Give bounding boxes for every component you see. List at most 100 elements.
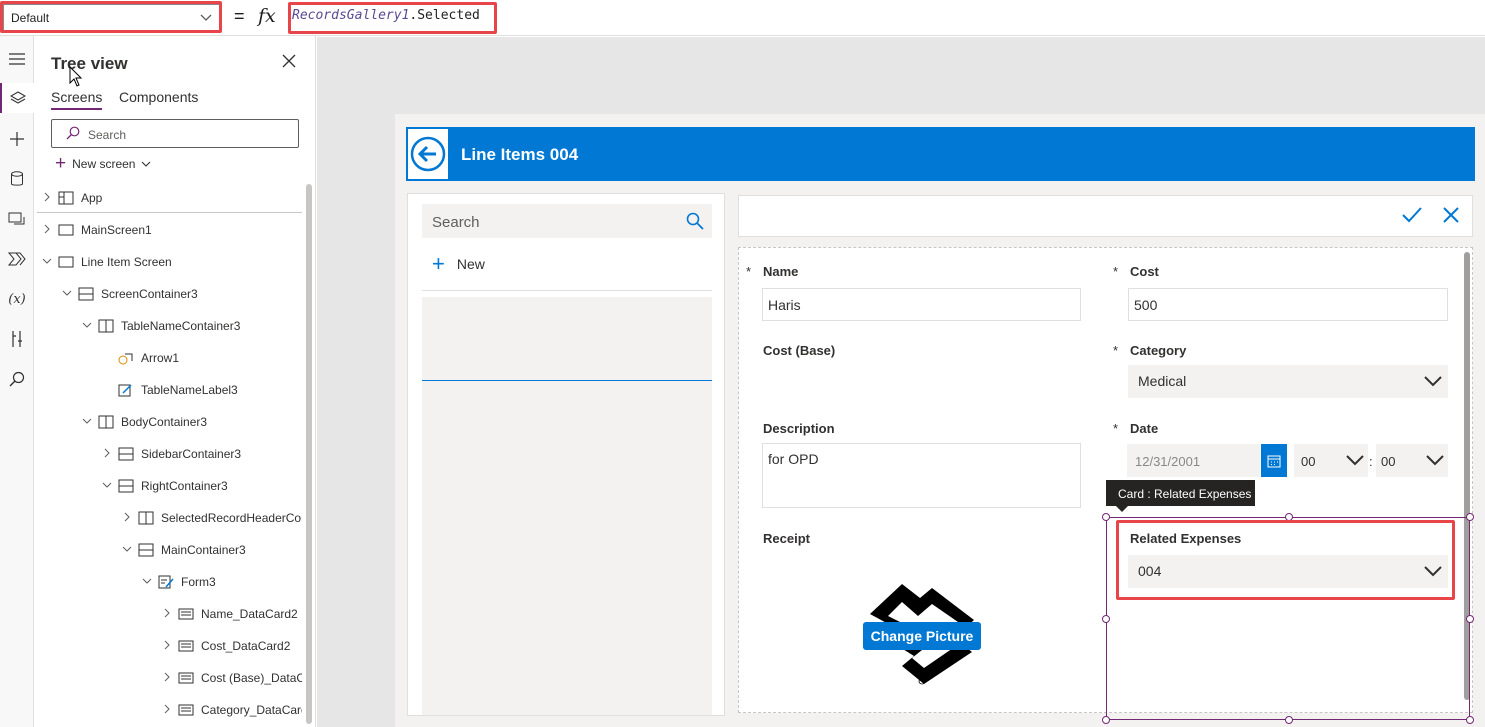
chevron-right-icon[interactable] <box>42 192 52 202</box>
resize-handle[interactable] <box>1285 716 1293 724</box>
chevron-right-icon[interactable] <box>162 672 172 682</box>
formula-bar: Default = fx RecordsGallery1.Selected <box>0 0 1485 36</box>
chevron-down-icon[interactable] <box>122 544 132 554</box>
resize-handle[interactable] <box>1102 615 1110 623</box>
horizontal-container-icon <box>138 511 154 525</box>
power-automate-icon[interactable] <box>0 244 34 274</box>
tree-item-app[interactable]: App <box>34 186 302 210</box>
vertical-container-icon <box>78 287 94 301</box>
chevron-down-icon[interactable] <box>42 256 52 266</box>
back-arrow-icon <box>410 136 446 172</box>
category-label: * Category <box>1113 343 1187 358</box>
selected-record-header <box>738 195 1473 237</box>
tree-item-mainscreen[interactable]: MainScreen1 <box>34 218 302 242</box>
tree-item-main-container[interactable]: MainContainer3 <box>34 538 302 562</box>
chevron-right-icon[interactable] <box>162 640 172 650</box>
screen-icon <box>58 256 74 268</box>
tree-item-body-container[interactable]: BodyContainer3 <box>34 410 302 434</box>
back-button[interactable] <box>408 129 448 179</box>
change-picture-button[interactable]: Change Picture <box>863 622 981 650</box>
tree-search-input[interactable]: Search <box>51 119 299 148</box>
resize-handle[interactable] <box>1466 615 1474 623</box>
label-edit-icon <box>118 384 132 397</box>
chevron-down-icon[interactable] <box>102 480 112 490</box>
chevron-down-icon <box>142 161 151 167</box>
tree-item-category-datacard[interactable]: Category_DataCard <box>34 698 302 722</box>
tree-item-cost-datacard[interactable]: Cost_DataCard2 <box>34 634 302 658</box>
advanced-tools-icon[interactable] <box>0 324 34 354</box>
hamburger-menu-icon[interactable] <box>0 44 34 74</box>
chevron-right-icon[interactable] <box>122 512 132 522</box>
tree-item-cost-base-datacard[interactable]: Cost (Base)_DataCa <box>34 666 302 690</box>
chevron-down-icon[interactable] <box>62 288 72 298</box>
media-icon[interactable] <box>0 204 34 234</box>
chevron-down-icon[interactable] <box>82 416 92 426</box>
tree-item-right-container[interactable]: RightContainer3 <box>34 474 302 498</box>
hour-value: 00 <box>1301 454 1316 469</box>
property-highlight-box <box>0 1 222 33</box>
formula-highlight-box <box>288 2 497 34</box>
chevron-right-icon[interactable] <box>42 224 52 234</box>
name-label: * Name <box>746 264 798 279</box>
plus-icon: + <box>432 251 445 276</box>
tree-item-label: Cost_DataCard2 <box>201 639 291 653</box>
resize-handle[interactable] <box>1466 513 1474 521</box>
resize-handle[interactable] <box>1466 716 1474 724</box>
chevron-down-icon[interactable] <box>82 320 92 330</box>
tab-components[interactable]: Components <box>119 89 198 105</box>
cost-input[interactable]: 500 <box>1128 288 1448 321</box>
new-record-label: New <box>456 256 485 272</box>
chevron-down-icon[interactable] <box>142 576 152 586</box>
tree-item-form[interactable]: Form3 <box>34 570 302 594</box>
tree-item-selected-record-header[interactable]: SelectedRecordHeaderCon <box>34 506 302 530</box>
tree-item-line-item-screen[interactable]: Line Item Screen <box>34 250 302 274</box>
tree-item-sidebar-container[interactable]: SidebarContainer3 <box>34 442 302 466</box>
close-icon[interactable] <box>282 54 296 68</box>
insert-plus-icon[interactable] <box>0 124 34 154</box>
tree-scrollbar[interactable] <box>306 184 312 724</box>
records-gallery[interactable] <box>422 297 712 715</box>
name-input[interactable]: Haris <box>762 288 1081 321</box>
tree-item-arrow[interactable]: Arrow1 <box>34 346 302 370</box>
tree-divider <box>37 212 302 213</box>
tree-item-label: Arrow1 <box>141 351 180 365</box>
new-record-button[interactable]: + New <box>432 251 485 276</box>
category-label-text: Category <box>1130 343 1187 358</box>
gallery-search-input[interactable]: Search <box>422 204 712 238</box>
database-icon[interactable] <box>0 164 34 194</box>
tree-item-tablename-container[interactable]: TableNameContainer3 <box>34 314 302 338</box>
card-icon <box>178 640 194 652</box>
check-icon[interactable] <box>1401 205 1423 225</box>
tree-view-title: Tree view <box>51 54 128 73</box>
sidebar-divider <box>422 290 712 291</box>
tree-item-name-datacard[interactable]: Name_DataCard2 <box>34 602 302 626</box>
calendar-button[interactable] <box>1261 444 1287 477</box>
tree-item-tablename-label[interactable]: TableNameLabel3 <box>34 378 302 402</box>
app-header: Line Items 004 <box>406 127 1475 181</box>
date-picker-input[interactable]: 12/31/2001 <box>1127 444 1260 477</box>
tree-item-screen-container[interactable]: ScreenContainer3 <box>34 282 302 306</box>
shape-icon <box>118 353 133 365</box>
tree-item-label: App <box>81 191 103 205</box>
new-screen-button[interactable]: + New screen <box>55 154 151 173</box>
close-icon[interactable] <box>1442 206 1460 224</box>
layers-icon[interactable] <box>0 83 34 113</box>
description-input[interactable]: for OPD <box>762 443 1081 508</box>
chevron-right-icon[interactable] <box>102 448 112 458</box>
tab-screens[interactable]: Screens <box>51 89 103 110</box>
new-screen-label: New screen <box>72 157 136 171</box>
cost-label-text: Cost <box>1130 264 1159 279</box>
variables-icon[interactable]: (x) <box>0 284 34 314</box>
search-icon <box>686 212 704 230</box>
vertical-container-icon <box>138 543 154 557</box>
resize-handle[interactable] <box>1102 716 1110 724</box>
minute-dropdown[interactable]: 00 <box>1376 444 1448 477</box>
vertical-container-icon <box>118 447 134 461</box>
chevron-right-icon[interactable] <box>162 704 172 714</box>
required-mark: * <box>1113 421 1119 436</box>
search-icon[interactable] <box>0 364 34 394</box>
category-dropdown[interactable]: Medical <box>1128 365 1448 398</box>
hour-dropdown[interactable]: 00 <box>1294 444 1368 477</box>
resize-handle[interactable] <box>1102 513 1110 521</box>
chevron-right-icon[interactable] <box>162 608 172 618</box>
